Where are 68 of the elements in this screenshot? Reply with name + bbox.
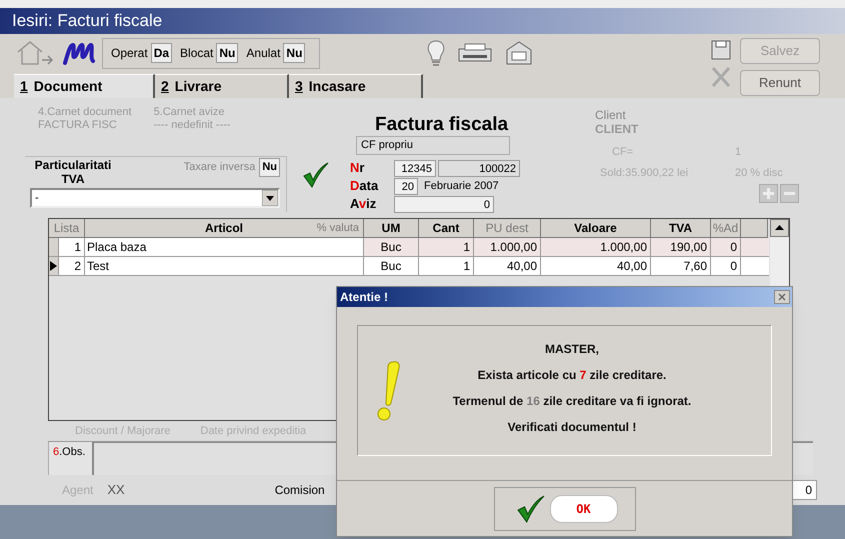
table-cell: 1.000,00 [474, 238, 541, 257]
field-label: Nr [350, 159, 366, 178]
close-icon[interactable] [774, 290, 790, 304]
table-cell: 1.000,00 [541, 238, 651, 257]
message-text: Exista articole cu 7 zile creditare. [478, 366, 666, 384]
cf-field: CF propriu [356, 136, 510, 155]
comision-label: Comision [274, 482, 325, 499]
checkmark-icon [514, 494, 546, 522]
vat-label: Particularitati TVA [34, 158, 112, 186]
field-value: 12345 [394, 160, 436, 176]
flag-value[interactable]: Nu [283, 43, 306, 63]
field-label: Data [350, 177, 380, 196]
table-cell: 1 [59, 238, 85, 257]
flag-value[interactable]: Nu [216, 43, 238, 63]
table-cell: 40,00 [541, 257, 651, 276]
column-header[interactable]: TVA [651, 219, 711, 238]
tab[interactable]: 3 Incasare [289, 74, 423, 98]
table-cell: Buc [364, 257, 419, 276]
message-text: MASTER, [545, 340, 599, 358]
table-cell: Placa baza [85, 238, 364, 257]
table-cell: 190,00 [651, 238, 711, 257]
tab[interactable]: 1 Document [14, 74, 155, 98]
field-value: 100022 [438, 160, 520, 176]
flag-label: Operat [111, 45, 148, 62]
flag-value[interactable]: Da [150, 43, 172, 63]
dropdown-arrow-icon[interactable] [262, 190, 278, 206]
message-text: Verificati documentul ! [508, 418, 636, 436]
table-cell: 0 [711, 238, 741, 257]
field-label: Aviz [350, 195, 378, 214]
lightbulb-icon[interactable] [425, 39, 447, 67]
carnet-value: ---- nedefinit ---- [154, 119, 231, 132]
table-cell: 1 [419, 238, 474, 257]
table-cell: Buc [364, 238, 419, 257]
flag-label: Blocat [180, 45, 214, 62]
taxare-value[interactable]: Nu [259, 158, 280, 176]
dialog-title: Atentie ! [339, 289, 388, 306]
flag-label: Anulat [246, 45, 280, 62]
client-label: Client [594, 109, 627, 122]
field-value: 20 [394, 178, 418, 194]
message-text: Termenul de 16 zile creditare va fi ignorat. [452, 392, 692, 410]
table-cell: 40,00 [474, 257, 541, 276]
checkmark-icon [302, 162, 330, 188]
column-header[interactable]: Valoare [541, 219, 651, 238]
taxare-label: Taxare inversa [184, 160, 256, 175]
toolbar-button[interactable]: Renunt [740, 70, 820, 96]
vat-select[interactable]: - [30, 188, 280, 208]
table-cell: Test [85, 257, 364, 276]
ok-button[interactable]: OK [550, 494, 618, 522]
table-cell: 7,60 [651, 257, 711, 276]
table-cell: 2 [59, 257, 85, 276]
scroll-up-icon[interactable] [770, 219, 789, 237]
document-title: Factura fiscala [375, 114, 510, 136]
row-header[interactable] [49, 257, 59, 276]
agent-value: XX [107, 481, 125, 500]
table-cell: 1 [419, 257, 474, 276]
carnet-value: FACTURA FISC [38, 119, 118, 132]
column-header[interactable]: Cant [419, 219, 474, 238]
column-header[interactable]: Articol % valuta [85, 219, 364, 238]
obs-tab[interactable]: 6.Obs. [48, 442, 92, 475]
client-value: CLIENT [594, 122, 640, 136]
field-value: 0 [394, 196, 494, 212]
table-cell: 0 [711, 257, 741, 276]
field-value: Februarie 2007 [423, 178, 500, 194]
row-pointer-icon [50, 261, 57, 271]
window-title: Iesiri: Facturi fiscale [0, 8, 845, 34]
currency-label: % valuta [316, 220, 359, 236]
column-header[interactable]: UM [364, 219, 419, 238]
tab[interactable]: 2 Livrare [155, 74, 289, 98]
